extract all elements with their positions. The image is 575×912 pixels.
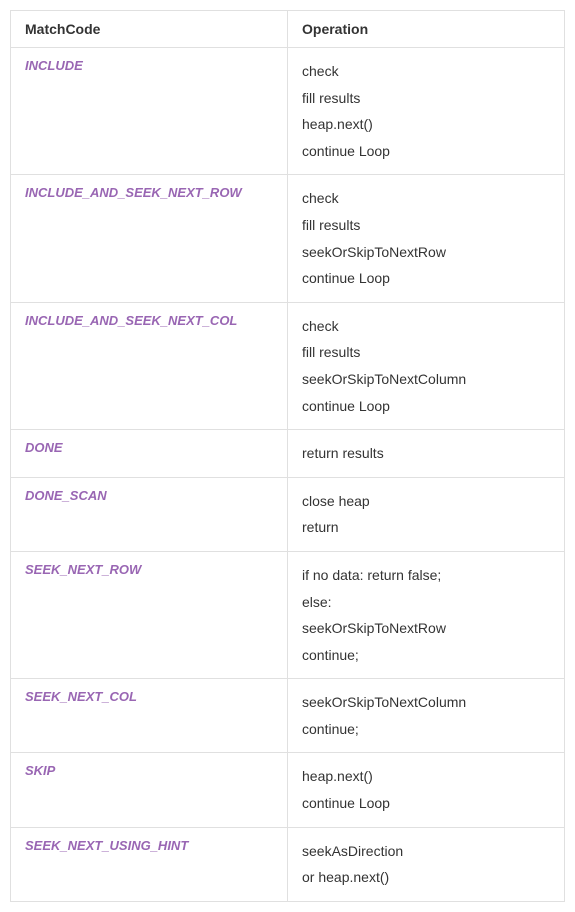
header-operation: Operation (288, 11, 565, 48)
operation-line: continue Loop (302, 265, 550, 292)
matchcode-cell: INCLUDE (11, 48, 288, 175)
operation-line: check (302, 58, 550, 85)
operation-line: fill results (302, 339, 550, 366)
operation-line: continue; (302, 716, 550, 743)
table-row: INCLUDE_AND_SEEK_NEXT_ROWcheckfill resul… (11, 175, 565, 302)
operation-line: seekOrSkipToNextColumn (302, 689, 550, 716)
operation-line: or heap.next() (302, 864, 550, 891)
table-row: INCLUDEcheckfill resultsheap.next()conti… (11, 48, 565, 175)
operation-cell: seekAsDirectionor heap.next() (288, 827, 565, 901)
operation-line: check (302, 313, 550, 340)
table-row: DONE return results (11, 430, 565, 478)
operation-line: continue Loop (302, 393, 550, 420)
operation-cell: checkfill resultsseekOrSkipToNextColumnc… (288, 302, 565, 429)
matchcode-cell: SEEK_NEXT_COL (11, 679, 288, 753)
table-row: SEEK_NEXT_COLseekOrSkipToNextColumnconti… (11, 679, 565, 753)
operation-line: continue; (302, 642, 550, 669)
matchcode-cell: SEEK_NEXT_ROW (11, 551, 288, 678)
matchcode-cell: DONE (11, 430, 288, 478)
operation-cell: close heapreturn (288, 477, 565, 551)
table-row: SKIPheap.next()continue Loop (11, 753, 565, 827)
operation-line: close heap (302, 488, 550, 515)
matchcode-table: MatchCode Operation INCLUDEcheckfill res… (10, 10, 565, 902)
matchcode-cell: SKIP (11, 753, 288, 827)
table-header-row: MatchCode Operation (11, 11, 565, 48)
operation-line: if no data: return false; (302, 562, 550, 589)
matchcode-cell: SEEK_NEXT_USING_HINT (11, 827, 288, 901)
operation-line: return results (302, 440, 550, 467)
table-header: MatchCode Operation (11, 11, 565, 48)
header-matchcode: MatchCode (11, 11, 288, 48)
table-row: SEEK_NEXT_ROWif no data: return false;el… (11, 551, 565, 678)
operation-line: seekOrSkipToNextRow (302, 615, 550, 642)
operation-line: continue Loop (302, 790, 550, 817)
table-row: INCLUDE_AND_SEEK_NEXT_COLcheckfill resul… (11, 302, 565, 429)
matchcode-cell: INCLUDE_AND_SEEK_NEXT_ROW (11, 175, 288, 302)
operation-line: check (302, 185, 550, 212)
matchcode-cell: DONE_SCAN (11, 477, 288, 551)
operation-line: heap.next() (302, 111, 550, 138)
operation-line: return (302, 514, 550, 541)
operation-cell: return results (288, 430, 565, 478)
operation-line: seekOrSkipToNextColumn (302, 366, 550, 393)
matchcode-cell: INCLUDE_AND_SEEK_NEXT_COL (11, 302, 288, 429)
operation-line: heap.next() (302, 763, 550, 790)
table-row: SEEK_NEXT_USING_HINTseekAsDirectionor he… (11, 827, 565, 901)
operation-cell: checkfill resultsheap.next()continue Loo… (288, 48, 565, 175)
table-body: INCLUDEcheckfill resultsheap.next()conti… (11, 48, 565, 902)
operation-line: fill results (302, 212, 550, 239)
table-row: DONE_SCANclose heapreturn (11, 477, 565, 551)
operation-line: seekAsDirection (302, 838, 550, 865)
operation-cell: seekOrSkipToNextColumncontinue; (288, 679, 565, 753)
operation-line: continue Loop (302, 138, 550, 165)
operation-line: seekOrSkipToNextRow (302, 239, 550, 266)
operation-cell: heap.next()continue Loop (288, 753, 565, 827)
operation-cell: checkfill resultsseekOrSkipToNextRowcont… (288, 175, 565, 302)
operation-line: fill results (302, 85, 550, 112)
operation-cell: if no data: return false;else:seekOrSkip… (288, 551, 565, 678)
operation-line: else: (302, 589, 550, 616)
